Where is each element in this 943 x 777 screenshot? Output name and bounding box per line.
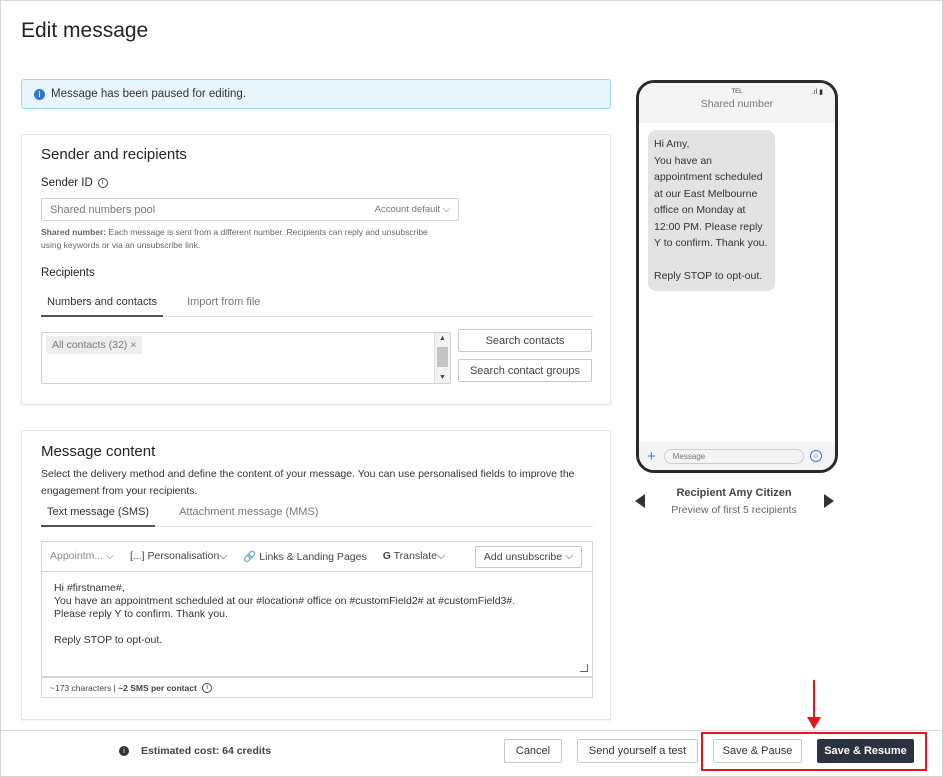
- annotation-highlight-box: [701, 732, 927, 771]
- annotation-arrow-head: [807, 717, 821, 729]
- template-select[interactable]: Appointm... ⌵: [42, 550, 122, 563]
- links-button[interactable]: 🔗 Links & Landing Pages: [235, 550, 374, 563]
- tab-numbers-contacts[interactable]: Numbers and contacts: [41, 293, 164, 317]
- template-label: Appointm...: [50, 550, 104, 562]
- battery-icon: .ıl ▮: [811, 89, 823, 96]
- chevron-down-icon: ⌵: [219, 550, 228, 562]
- tab-mms[interactable]: Attachment message (MMS): [173, 503, 324, 527]
- plus-icon: +: [647, 447, 656, 465]
- message-content-card: Message content Select the delivery meth…: [21, 430, 611, 720]
- recipient-name: Recipient Amy Citizen: [676, 487, 792, 499]
- recipients-tabs: Numbers and contacts Import from file: [41, 293, 593, 317]
- phone-preview: TEL .ıl ▮ Shared number Hi Amy, You have…: [636, 80, 838, 473]
- character-counter: ~173 characters | ~2 SMS per contact i: [41, 677, 593, 698]
- info-icon[interactable]: i: [97, 177, 108, 188]
- close-icon[interactable]: ×: [130, 339, 136, 351]
- tab-import-file[interactable]: Import from file: [181, 293, 266, 317]
- carrier-label: TEL: [731, 89, 743, 95]
- emoji-icon: ☺: [809, 450, 822, 462]
- counter-chars: ~173 characters |: [50, 682, 116, 693]
- scroll-up-icon[interactable]: ▲: [439, 335, 446, 342]
- sender-help-bold: Shared number:: [41, 227, 107, 237]
- chevron-down-icon: ⌵: [442, 204, 450, 215]
- estimated-cost: i Estimated cost: 64 credits: [119, 745, 271, 757]
- cost-text: Estimated cost: 64 credits: [141, 745, 272, 757]
- sender-section-title: Sender and recipients: [41, 146, 187, 163]
- next-recipient-icon[interactable]: [824, 494, 834, 508]
- sender-id-select[interactable]: Shared numbers pool Account default ⌵: [41, 198, 459, 221]
- recipients-label: Recipients: [41, 267, 95, 279]
- page-title: Edit message: [21, 19, 149, 42]
- scroll-down-icon[interactable]: ▼: [439, 374, 446, 381]
- phone-input-bar: + Message ☺: [639, 442, 835, 470]
- preview-message-input: Message: [663, 448, 804, 464]
- cancel-button[interactable]: Cancel: [504, 739, 562, 763]
- braces-icon: [...]: [130, 550, 145, 562]
- search-groups-button[interactable]: Search contact groups: [458, 359, 592, 382]
- search-contacts-button[interactable]: Search contacts: [458, 329, 592, 352]
- send-test-button[interactable]: Send yourself a test: [577, 739, 698, 763]
- sender-recipients-card: Sender and recipients Sender ID i Shared …: [21, 134, 611, 405]
- unsubscribe-label: Add unsubscribe: [483, 550, 563, 563]
- preview-sender: Shared number: [700, 98, 774, 110]
- contact-chip[interactable]: All contacts (32) ×: [46, 336, 143, 354]
- resize-handle[interactable]: [580, 664, 588, 672]
- phone-header: TEL .ıl ▮ Shared number: [639, 83, 835, 123]
- content-tabs: Text message (SMS) Attachment message (M…: [41, 503, 593, 527]
- message-editor[interactable]: Hi #firstname#, You have an appointment …: [41, 571, 593, 677]
- recipient-subtitle: Preview of first 5 recipients: [671, 504, 797, 516]
- personalisation-button[interactable]: [...] Personalisation⌵: [122, 550, 235, 563]
- chevron-down-icon: ⌵: [437, 550, 445, 562]
- sender-help-text: Shared number: Each message is sent from…: [41, 226, 431, 252]
- paused-notice: i Message has been paused for editing.: [21, 79, 611, 109]
- links-label: Links & Landing Pages: [259, 551, 367, 563]
- sender-id-default-text: Account default: [374, 204, 441, 215]
- info-icon[interactable]: i: [202, 682, 213, 693]
- sender-id-text: Sender ID: [41, 177, 93, 189]
- message-bubble: Hi Amy, You have an appointment schedule…: [648, 130, 775, 291]
- link-icon: 🔗: [243, 551, 257, 563]
- translate-button[interactable]: G Translate⌵: [375, 550, 453, 563]
- previous-recipient-icon[interactable]: [635, 494, 645, 508]
- editor-toolbar: Appointm... ⌵ [...] Personalisation⌵ 🔗 L…: [41, 541, 593, 571]
- info-icon: i: [119, 746, 129, 756]
- sender-id-default: Account default ⌵: [375, 204, 450, 215]
- annotation-arrow-line: [813, 680, 815, 720]
- chevron-down-icon: ⌵: [565, 550, 573, 562]
- add-unsubscribe-button[interactable]: Add unsubscribe ⌵: [474, 545, 582, 568]
- notice-text: Message has been paused for editing.: [51, 88, 246, 100]
- chevron-down-icon: ⌵: [106, 550, 115, 562]
- scroll-thumb[interactable]: [437, 347, 448, 367]
- personalisation-label: Personalisation: [147, 550, 220, 562]
- scrollbar[interactable]: ▲ ▼: [434, 333, 450, 383]
- content-description: Select the delivery method and define th…: [41, 468, 575, 497]
- sender-id-value: Shared numbers pool: [50, 203, 156, 216]
- counter-sms: ~2 SMS per contact: [118, 682, 197, 693]
- info-icon: i: [34, 88, 45, 100]
- recipients-input[interactable]: All contacts (32) × ▲ ▼: [41, 332, 451, 384]
- tab-sms[interactable]: Text message (SMS): [41, 503, 156, 527]
- contact-chip-label: All contacts (32): [52, 339, 128, 351]
- google-icon: G: [382, 550, 391, 562]
- sender-id-label: Sender ID i: [41, 177, 108, 189]
- message-body: Hi #firstname#, You have an appointment …: [54, 582, 516, 646]
- content-section-title: Message content: [41, 443, 156, 460]
- translate-label: Translate: [393, 550, 438, 562]
